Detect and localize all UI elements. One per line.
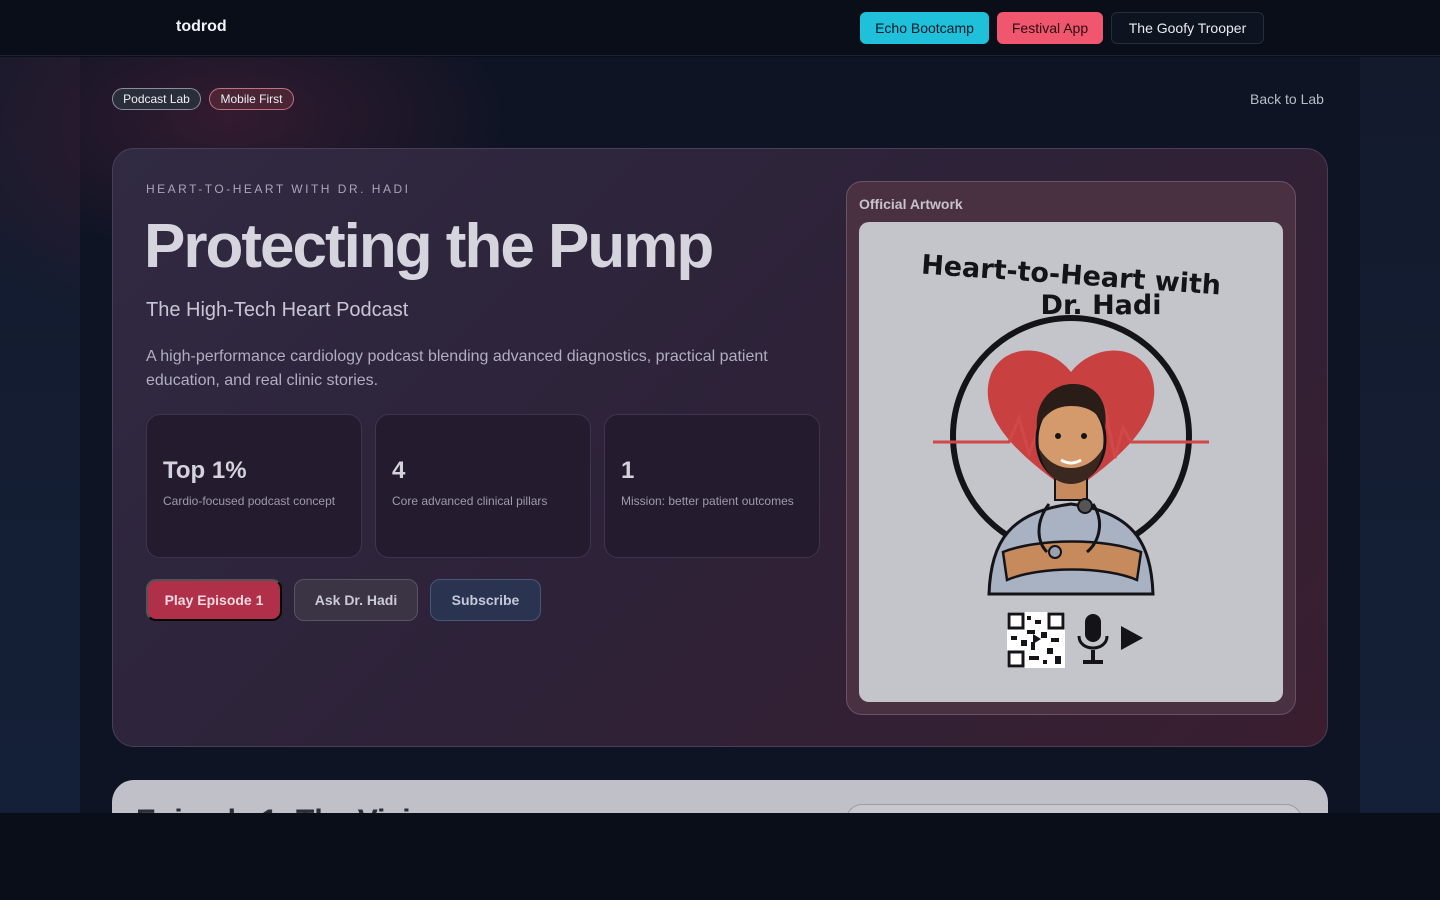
stat-label: Core advanced clinical pillars (392, 494, 548, 508)
nav-festival-app[interactable]: Festival App (997, 12, 1103, 44)
subscribe-button[interactable]: Subscribe (430, 579, 541, 621)
stat-card-top-percent: Top 1% Cardio-focused podcast concept (146, 414, 362, 558)
page-background: Podcast Lab Mobile First Back to Lab HEA… (0, 57, 1440, 813)
podcast-artwork-illustration: Heart-to-Heart with Dr. Hadi (920, 250, 1222, 668)
stat-value: 4 (392, 457, 406, 484)
brand-logo[interactable]: todrod (176, 18, 227, 36)
stat-card-pillars: 4 Core advanced clinical pillars (375, 414, 591, 558)
page-title: Protecting the Pump (144, 212, 714, 281)
artwork-panel: Official Artwork Heart-to-Heart with Dr.… (846, 181, 1296, 715)
episode-section-card: Episode 1: The Vision (112, 780, 1328, 813)
stat-card-mission: 1 Mission: better patient outcomes (604, 414, 820, 558)
hero-description: A high-performance cardiology podcast bl… (146, 348, 768, 389)
stat-label: Cardio-focused podcast concept (163, 494, 336, 508)
stat-value: 1 (621, 457, 635, 484)
nav-goofy-trooper[interactable]: The Goofy Trooper (1111, 12, 1264, 44)
nav-echo-bootcamp[interactable]: Echo Bootcamp (860, 12, 989, 44)
artwork-label: Official Artwork (859, 196, 963, 212)
episode-media-panel (846, 804, 1302, 813)
play-episode-button[interactable]: Play Episode 1 (146, 579, 282, 621)
hero-eyebrow: HEART-TO-HEART WITH DR. HADI (146, 182, 411, 196)
ask-dr-hadi-button[interactable]: Ask Dr. Hadi (294, 579, 418, 621)
hero-subtitle: The High-Tech Heart Podcast (146, 299, 409, 321)
podcast-artwork: Heart-to-Heart with Dr. Hadi (859, 222, 1283, 702)
back-to-lab-link[interactable]: Back to Lab (1250, 91, 1324, 107)
hero-card: HEART-TO-HEART WITH DR. HADI Protecting … (112, 148, 1328, 747)
bottom-overlay-bar (0, 813, 1440, 900)
stat-label: Mission: better patient outcomes (621, 494, 794, 508)
tag-mobile-first: Mobile First (209, 88, 294, 110)
top-navbar: todrod Echo Bootcamp Festival App The Go… (0, 0, 1440, 56)
stat-value: Top 1% (163, 457, 247, 484)
tag-podcast-lab: Podcast Lab (112, 88, 201, 110)
episode-section-title: Episode 1: The Vision (136, 804, 447, 813)
